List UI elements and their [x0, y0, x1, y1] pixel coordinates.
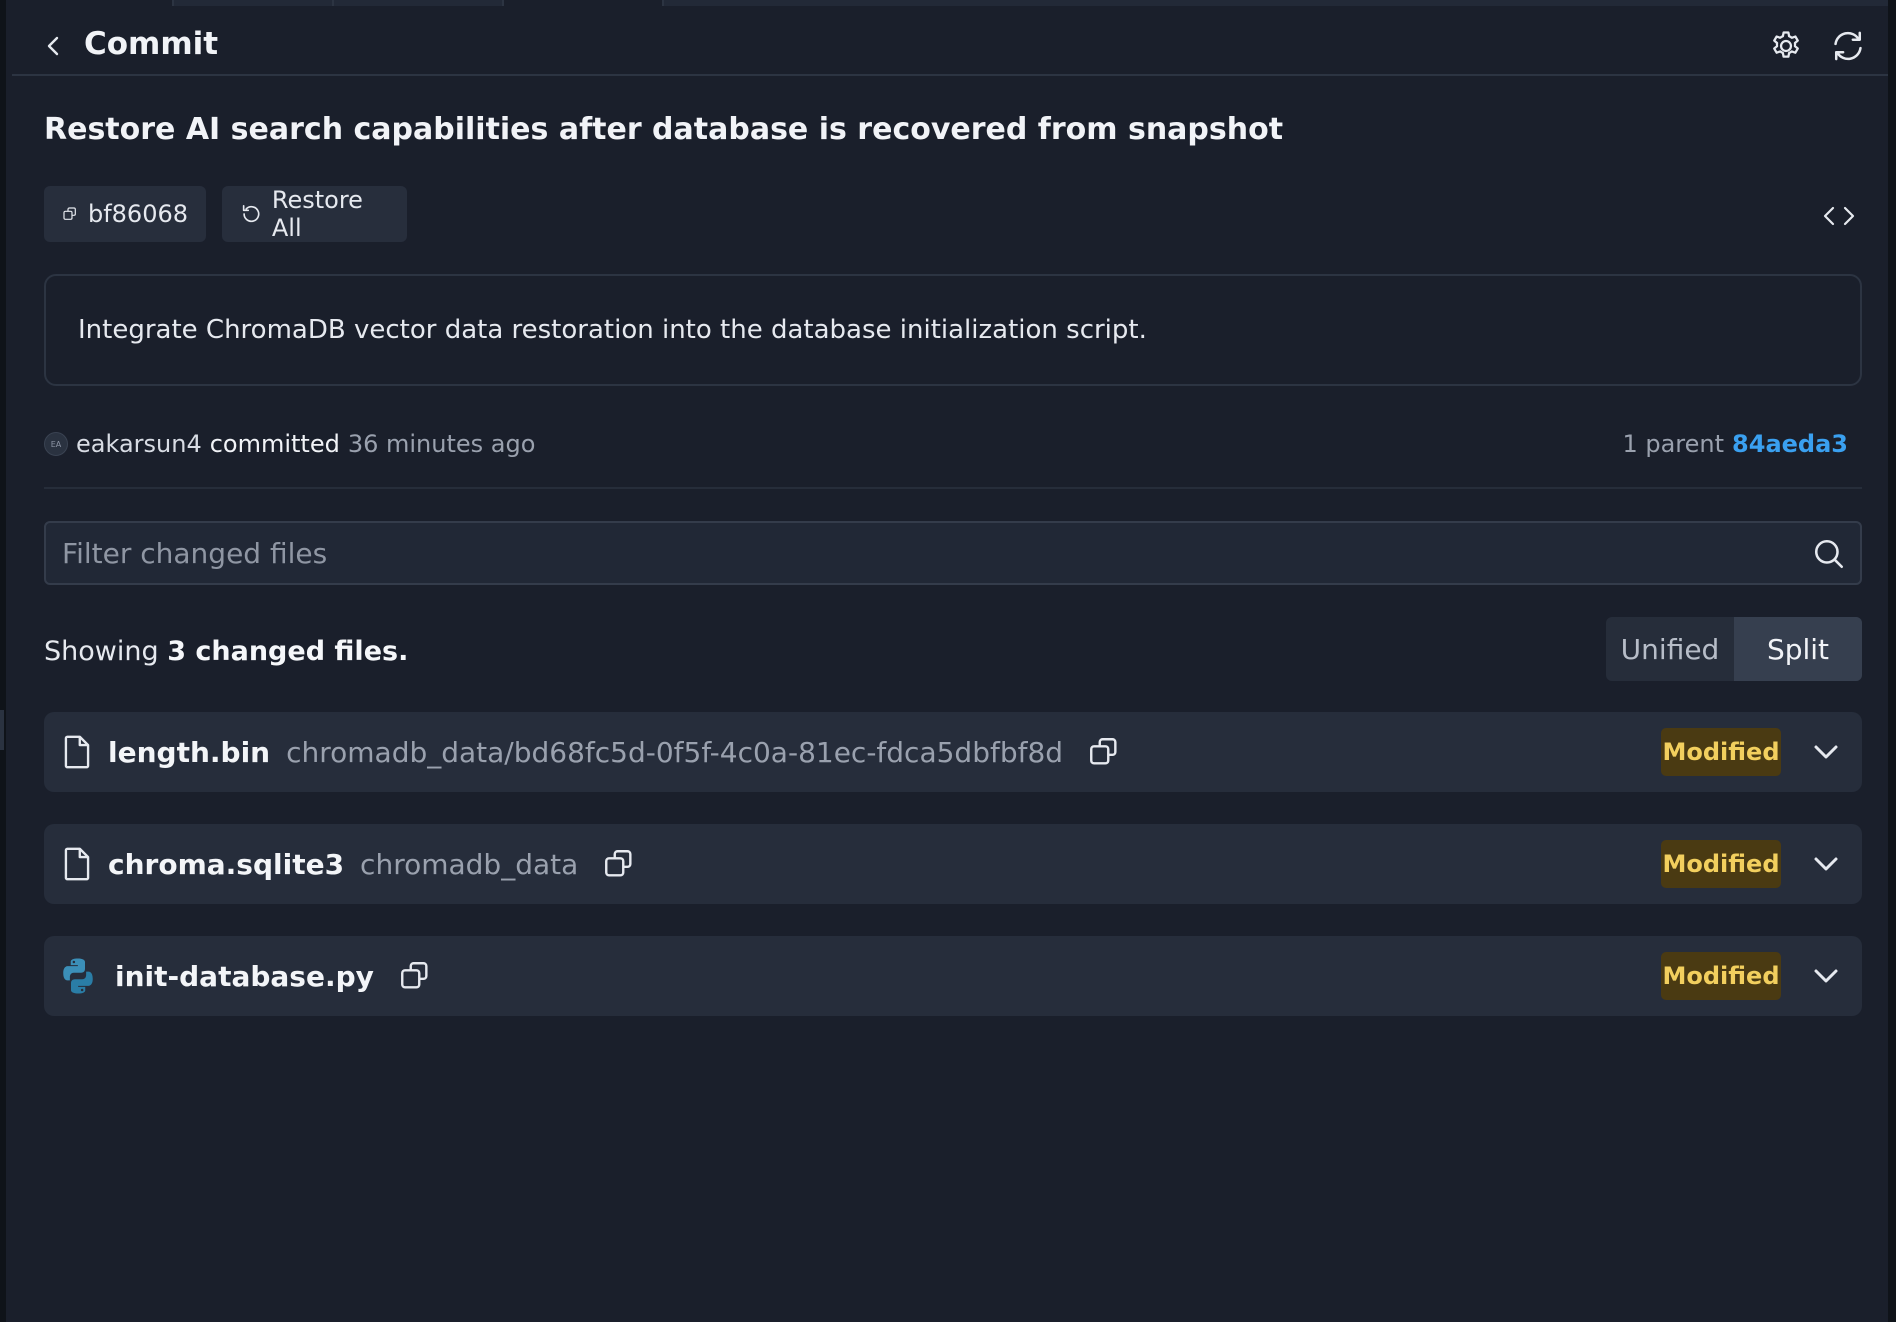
- code-icon: [1823, 206, 1855, 226]
- copy-icon: [63, 207, 76, 220]
- gear-icon: [1773, 31, 1799, 58]
- commit-title: Restore AI search capabilities after dat…: [44, 112, 1284, 147]
- commit-hash: bf86068: [87, 200, 188, 228]
- file-icon: [64, 847, 90, 881]
- commit-message: Integrate ChromaDB vector data restorati…: [44, 274, 1862, 386]
- changed-file-row[interactable]: chroma.sqlite3 chromadb_data Modified: [44, 824, 1862, 904]
- parent-count: 1 parent: [1622, 430, 1725, 458]
- file-name[interactable]: chroma.sqlite3: [108, 848, 344, 881]
- refresh-icon: [1834, 31, 1862, 61]
- file-info: length.bin chromadb_data/bd68fc5d-0f5f-4…: [108, 712, 1121, 792]
- settings-button[interactable]: [1764, 24, 1808, 68]
- file-info: chroma.sqlite3 chromadb_data: [108, 824, 636, 904]
- filter-changed-files-input[interactable]: [46, 523, 1860, 583]
- parent-info: 1 parent 84aeda3: [1622, 424, 1848, 464]
- chevron-down-icon[interactable]: [1806, 956, 1846, 996]
- back-button[interactable]: [34, 26, 74, 66]
- changed-file-row[interactable]: length.bin chromadb_data/bd68fc5d-0f5f-4…: [44, 712, 1862, 792]
- status-badge: Modified: [1661, 840, 1781, 888]
- file-name[interactable]: init-database.py: [115, 960, 374, 993]
- file-name[interactable]: length.bin: [108, 736, 270, 769]
- undo-history-icon: [242, 204, 260, 223]
- window-right-edge: [1888, 0, 1896, 1322]
- unified-view-button[interactable]: Unified: [1606, 617, 1734, 681]
- divider: [44, 487, 1862, 489]
- diff-view-toggle: Unified Split: [1606, 617, 1862, 681]
- committed-label: committed: [209, 430, 340, 458]
- file-icon: [64, 735, 90, 769]
- split-view-button[interactable]: Split: [1734, 617, 1862, 681]
- page-title: Commit: [84, 26, 219, 62]
- file-info: init-database.py: [115, 936, 432, 1016]
- changed-file-row[interactable]: init-database.py Modified: [44, 936, 1862, 1016]
- author-row: EA eakarsun4 committed 36 minutes ago: [44, 424, 535, 464]
- chevron-down-icon[interactable]: [1806, 732, 1846, 772]
- file-path: chromadb_data/bd68fc5d-0f5f-4c0a-81ec-fd…: [286, 735, 1064, 769]
- restore-all-label: Restore All: [271, 186, 363, 242]
- copy-icon[interactable]: [398, 959, 432, 993]
- status-badge: Modified: [1661, 728, 1781, 776]
- copy-icon[interactable]: [602, 847, 636, 881]
- view-source-button[interactable]: [1814, 196, 1864, 236]
- refresh-button[interactable]: [1824, 24, 1872, 68]
- python-icon: [63, 958, 93, 994]
- commit-time: 36 minutes ago: [347, 430, 536, 458]
- status-badge: Modified: [1661, 952, 1781, 1000]
- avatar[interactable]: EA: [44, 432, 68, 456]
- author-name[interactable]: eakarsun4: [76, 430, 202, 458]
- changed-files-summary: Showing 3 changed files.: [44, 636, 408, 667]
- restore-all-button[interactable]: Restore All: [222, 186, 407, 242]
- copy-hash-button[interactable]: bf86068: [44, 186, 206, 242]
- commit-panel: Commit Restore AI search capabilities af…: [6, 0, 1892, 1322]
- chevron-left-icon: [47, 36, 59, 56]
- search-icon[interactable]: [1812, 537, 1846, 571]
- copy-icon[interactable]: [1087, 735, 1121, 769]
- filter-box: [44, 521, 1862, 585]
- file-path: chromadb_data: [360, 847, 579, 881]
- resize-handle[interactable]: [0, 710, 4, 750]
- parent-commit-link[interactable]: 84aeda3: [1732, 430, 1848, 458]
- commit-message-text: Integrate ChromaDB vector data restorati…: [78, 315, 1147, 345]
- summary-prefix: Showing: [44, 636, 159, 667]
- chevron-down-icon[interactable]: [1806, 844, 1846, 884]
- header-bar: Commit: [12, 6, 1892, 76]
- summary-count: 3 changed files.: [167, 636, 409, 667]
